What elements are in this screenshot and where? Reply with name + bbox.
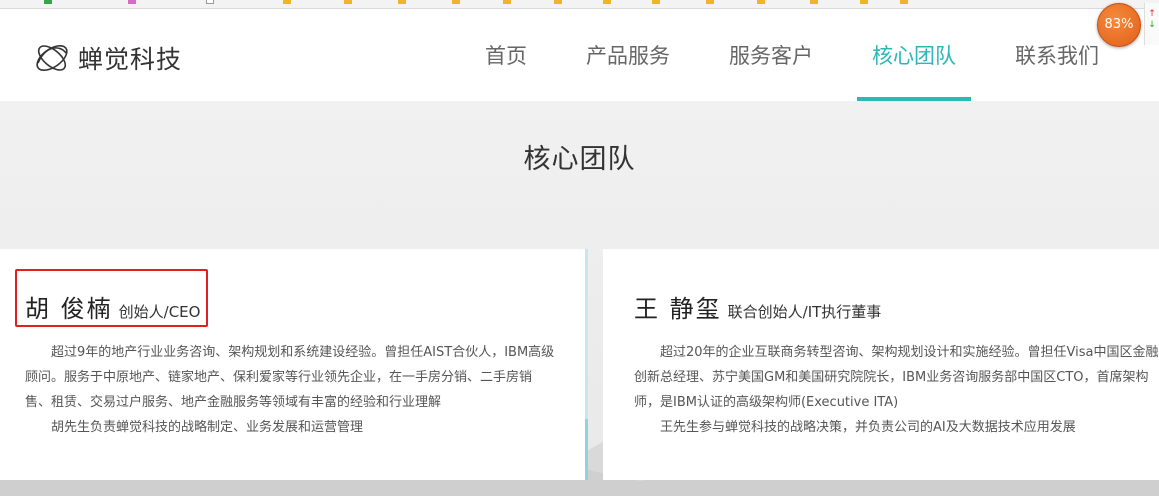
- card-scrollbar[interactable]: [585, 419, 588, 480]
- bookmark-item[interactable]: [810, 0, 821, 4]
- speed-badge[interactable]: 83%: [1097, 3, 1141, 47]
- member-role: 联合创始人/IT执行董事: [727, 303, 882, 321]
- highlight-annotation-box: [15, 269, 208, 327]
- bookmark-item[interactable]: [128, 0, 139, 4]
- bio-paragraph: 超过9年的地产行业业务咨询、架构规划和系统建设经验。曾担任AIST合伙人，IBM…: [25, 345, 555, 410]
- bookmark-item[interactable]: [503, 0, 514, 4]
- bio-paragraph: 超过20年的企业互联商务转型咨询、架构规划设计和实施经验。曾担任Visa中国区金…: [634, 345, 1159, 410]
- bookmark-item[interactable]: [706, 0, 717, 4]
- badge-arrows: ↑ ↓: [1144, 3, 1159, 45]
- nav-clients[interactable]: 服务客户: [714, 9, 828, 101]
- down-arrow-icon: ↓: [1148, 20, 1156, 30]
- bookmark-item[interactable]: [398, 0, 409, 4]
- logo-text: 蝉觉科技: [78, 45, 183, 74]
- bookmark-item[interactable]: [283, 0, 294, 4]
- logo-mark-icon: [36, 44, 68, 72]
- site-header: 蝉觉科技 首页 产品服务 服务客户 核心团队 联系我们: [0, 9, 1159, 101]
- main-nav: 首页 产品服务 服务客户 核心团队 联系我们: [470, 9, 1144, 101]
- member-bio: 超过20年的企业互联商务转型咨询、架构规划设计和实施经验。曾担任Visa中国区金…: [634, 340, 1159, 440]
- bio-paragraph: 王先生参与蝉觉科技的战略决策，并负责公司的AI及大数据技术应用发展: [660, 420, 1076, 435]
- bookmark-item[interactable]: [44, 0, 55, 4]
- bookmark-item[interactable]: [603, 0, 614, 4]
- bookmark-item[interactable]: [860, 0, 871, 4]
- member-name: 王 静玺: [634, 295, 722, 323]
- member-heading: 王 静玺 联合创始人/IT执行董事: [634, 289, 881, 324]
- bookmarks-bar: [0, 0, 1159, 9]
- up-arrow-icon: ↑: [1148, 9, 1156, 19]
- nav-home[interactable]: 首页: [470, 9, 542, 101]
- bookmark-item[interactable]: [652, 0, 663, 4]
- bio-paragraph: 胡先生负责蝉觉科技的战略制定、业务发展和运营管理: [51, 420, 364, 435]
- team-member-card: 王 静玺 联合创始人/IT执行董事 超过20年的企业互联商务转型咨询、架构规划设计…: [603, 249, 1159, 480]
- bookmark-item[interactable]: [900, 0, 911, 4]
- bookmark-item[interactable]: [206, 0, 217, 4]
- nav-products[interactable]: 产品服务: [571, 9, 685, 101]
- bookmark-item[interactable]: [344, 0, 355, 4]
- bookmark-item[interactable]: [757, 0, 768, 4]
- section-title: 核心团队: [523, 144, 636, 175]
- site-logo[interactable]: 蝉觉科技: [32, 39, 182, 77]
- nav-team[interactable]: 核心团队: [857, 9, 971, 101]
- bookmark-item[interactable]: [554, 0, 565, 4]
- bookmark-item[interactable]: [452, 0, 463, 4]
- member-bio: 超过9年的地产行业业务咨询、架构规划和系统建设经验。曾担任AIST合伙人，IBM…: [25, 340, 555, 440]
